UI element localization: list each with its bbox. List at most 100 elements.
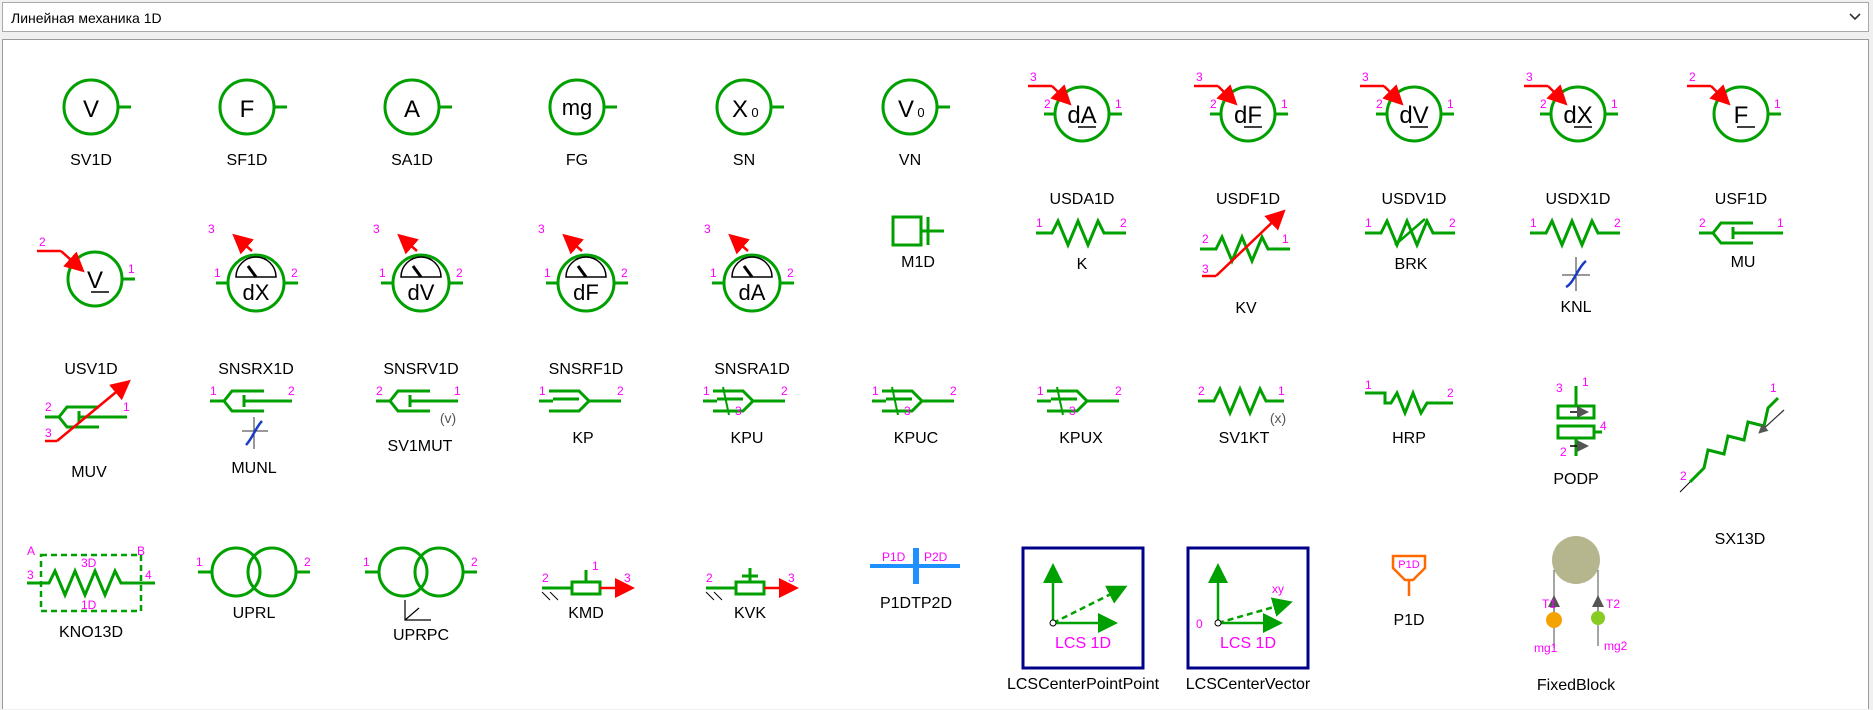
component-USDX1D[interactable]: 3 2 1 dX USDX1D bbox=[1524, 70, 1618, 208]
component-LCSCenterVector[interactable]: 0 xy LCS 1D LCSCenterVector bbox=[1186, 546, 1311, 693]
component-label: KPU bbox=[731, 430, 764, 447]
pin-label: 2 bbox=[1044, 97, 1051, 111]
component-FG[interactable]: mg FG bbox=[548, 78, 617, 169]
symbol-text: dA bbox=[739, 280, 766, 305]
component-UPRPC[interactable]: 1 2 UPRPC bbox=[363, 546, 478, 644]
component-KP[interactable]: 1 2 KP bbox=[539, 384, 624, 447]
symbol-text: LCS 1D bbox=[1220, 635, 1276, 652]
pin-label: T2 bbox=[1606, 597, 1620, 611]
component-LCSCenterPointPoint[interactable]: LCS 1D LCSCenterPointPoint bbox=[1007, 546, 1160, 693]
component-SV1D[interactable]: V SV1D bbox=[62, 78, 131, 169]
component-KPU[interactable]: 1 3 2 KPU bbox=[703, 384, 788, 447]
component-label: FG bbox=[566, 152, 588, 169]
component-MU[interactable]: 2 1 MU bbox=[1699, 216, 1784, 271]
pin-label: B bbox=[137, 544, 145, 558]
pin-label: 3 bbox=[1362, 70, 1369, 84]
pin-label: 1 bbox=[1278, 384, 1285, 398]
pin-label: 2 bbox=[1202, 232, 1209, 246]
component-label: SNSRA1D bbox=[714, 361, 790, 378]
component-USV1D[interactable]: 2 1 V USV1D bbox=[37, 235, 135, 378]
pin-label: 3 bbox=[624, 571, 631, 585]
component-P1D[interactable]: P1D P1D bbox=[1391, 554, 1427, 629]
component-P1DTP2D[interactable]: P1D P2D P1DTP2D bbox=[870, 548, 960, 612]
component-HRP[interactable]: 1 2 HRP bbox=[1365, 378, 1454, 447]
component-K[interactable]: 1 2 K bbox=[1036, 216, 1127, 273]
pin-label: 0 bbox=[1196, 617, 1203, 631]
symbol-text: V bbox=[87, 267, 103, 294]
symbol-text: dV bbox=[408, 280, 435, 305]
pin-label: 3 bbox=[1069, 404, 1076, 418]
component-KMD[interactable]: 2 1 3 KMD bbox=[541, 559, 635, 622]
pin-label: 1 bbox=[128, 262, 135, 276]
pin-label: 1 bbox=[363, 555, 370, 569]
library-dropdown[interactable]: Линейная механика 1D bbox=[2, 2, 1869, 32]
pin-label: 1 bbox=[1036, 216, 1043, 230]
component-label: KVK bbox=[734, 605, 766, 622]
component-label: M1D bbox=[901, 254, 935, 271]
component-label: KPUC bbox=[894, 430, 938, 447]
component-SNSRA1D[interactable]: 3 1 2 dA SNSRA1D bbox=[704, 222, 794, 378]
component-SX13D[interactable]: 1 2 SX13D bbox=[1679, 381, 1785, 548]
component-MUV[interactable]: 2 1 3 MUV bbox=[45, 379, 131, 481]
component-SNSRX1D[interactable]: 3 1 2 dX SNSRX1D bbox=[208, 222, 298, 378]
component-USDF1D[interactable]: 3 2 1 dF USDF1D bbox=[1194, 70, 1288, 208]
pin-label: 2 bbox=[1198, 384, 1205, 398]
pin-label: 3 bbox=[45, 426, 52, 440]
component-KNL[interactable]: 1 2 KNL bbox=[1530, 216, 1621, 316]
pin-label: 3 bbox=[538, 222, 545, 236]
component-KVK[interactable]: 2 3 KVK bbox=[705, 568, 799, 622]
pin-label: 3 bbox=[788, 571, 795, 585]
component-label: SNSRV1D bbox=[383, 361, 458, 378]
component-USDV1D[interactable]: 3 2 1 dV USDV1D bbox=[1360, 70, 1454, 208]
pin-label: 1 bbox=[1037, 384, 1044, 398]
pin-label: 2 bbox=[1376, 97, 1383, 111]
component-label: USV1D bbox=[64, 361, 117, 378]
symbol-text: dX bbox=[1563, 102, 1592, 129]
component-UPRL[interactable]: 1 2 UPRL bbox=[196, 546, 311, 622]
pin-label: 1 bbox=[703, 384, 710, 398]
component-label: KV bbox=[1235, 300, 1257, 317]
pin-label: 1 bbox=[1281, 97, 1288, 111]
component-label: P1D bbox=[1393, 612, 1424, 629]
pin-label: 2 bbox=[621, 266, 628, 280]
pin-label: 3 bbox=[208, 222, 215, 236]
pin-label: 1 bbox=[1365, 378, 1372, 392]
component-label: MUNL bbox=[231, 460, 276, 477]
component-KPUX[interactable]: 1 3 2 KPUX bbox=[1037, 384, 1122, 447]
component-M1D[interactable]: M1D bbox=[891, 215, 944, 271]
component-VN[interactable]: V 0 VN bbox=[881, 78, 950, 169]
component-PODP[interactable]: 3 1 4 2 PODP bbox=[1553, 375, 1607, 488]
component-library-panel: V SV1D F SF1D A SA1D mg FG X 0 SN V 0 VN… bbox=[2, 39, 1869, 709]
component-SA1D[interactable]: A SA1D bbox=[383, 78, 452, 169]
component-KPUC[interactable]: 1 3 2 KPUC bbox=[872, 384, 957, 447]
component-KNO13D[interactable]: A B 3D 3 4 1D KNO13D bbox=[27, 544, 155, 641]
component-SV1KT[interactable]: 2 1 (x) SV1KT bbox=[1198, 384, 1286, 447]
component-label: MU bbox=[1731, 254, 1756, 271]
pin-label: 2 bbox=[781, 384, 788, 398]
component-SF1D[interactable]: F SF1D bbox=[218, 78, 287, 169]
component-USF1D[interactable]: 2 1 F USF1D bbox=[1687, 70, 1781, 208]
chevron-down-icon[interactable] bbox=[1844, 5, 1866, 29]
component-KV[interactable]: 2 1 3 KV bbox=[1200, 209, 1290, 317]
component-label: LCSCenterPointPoint bbox=[1007, 676, 1160, 693]
component-MUNL[interactable]: 1 2 MUNL bbox=[210, 384, 295, 477]
symbol-text: (x) bbox=[1270, 410, 1286, 426]
component-SV1MUT[interactable]: 2 1 (v) SV1MUT bbox=[376, 384, 461, 455]
component-SNSRF1D[interactable]: 3 1 2 dF SNSRF1D bbox=[538, 222, 628, 378]
pin-label: 2 bbox=[542, 571, 549, 585]
component-SNSRV1D[interactable]: 3 1 2 dV SNSRV1D bbox=[373, 222, 463, 378]
pin-label: 2 bbox=[1447, 386, 1454, 400]
pin-label: 1 bbox=[1530, 216, 1537, 230]
pin-label: 2 bbox=[1115, 384, 1122, 398]
pin-label: 2 bbox=[706, 571, 713, 585]
pin-label: 2 bbox=[1689, 70, 1696, 84]
component-label: KNL bbox=[1560, 299, 1591, 316]
pin-label: 2 bbox=[45, 400, 52, 414]
component-BRK[interactable]: 1 2 BRK bbox=[1365, 216, 1456, 273]
component-FixedBlock[interactable]: T1 T2 mg1 mg2 FixedBlock bbox=[1534, 536, 1628, 694]
component-USDA1D[interactable]: 3 2 1 dA USDA1D bbox=[1028, 70, 1122, 208]
component-SN[interactable]: X 0 SN bbox=[715, 78, 784, 169]
symbol-text: dA bbox=[1067, 102, 1096, 129]
pin-label: 2 bbox=[376, 384, 383, 398]
symbol-text: mg bbox=[562, 95, 593, 120]
